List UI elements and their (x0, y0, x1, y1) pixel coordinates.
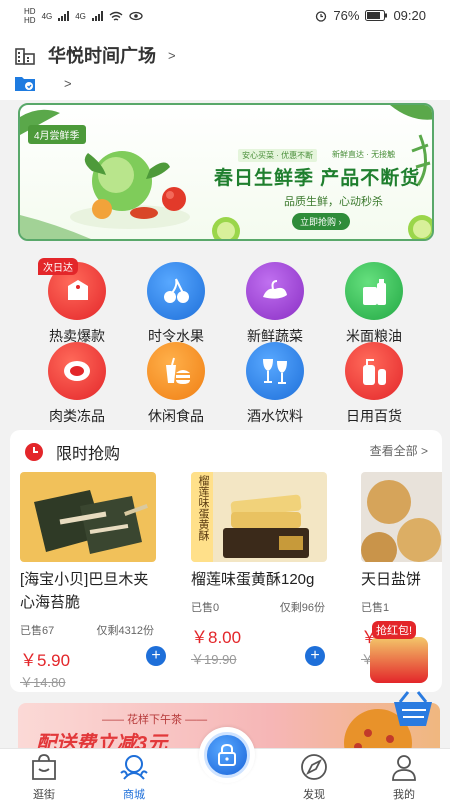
wine-glass-icon (246, 342, 304, 400)
product-card[interactable]: [海宝小贝]巴旦木夹心海苔脆 已售67 仅剩4312份 ￥5.90 ￥14.80… (20, 472, 170, 691)
banner-subline: 品质生鲜，心动秒杀 (284, 196, 383, 208)
tab-label: 商城 (123, 789, 145, 800)
product-name: 榴莲味蛋黄酥120g (191, 571, 315, 588)
category-label: 酒水饮料 (247, 408, 303, 424)
product-name: [海宝小贝]巴旦木夹心海苔脆 (20, 571, 149, 611)
promo-banner[interactable]: 4月尝鲜季 安心买菜 · 优惠不断 新鲜直达 · 无接触 春日生鲜季 产品不断货… (18, 103, 434, 241)
view-all-link[interactable]: 查看全部 > (370, 442, 428, 459)
flash-sale-title: 限时抢购 (56, 446, 121, 463)
snack-icon (147, 342, 205, 400)
product-card[interactable]: 榴莲味蛋黄酥 榴莲味蛋黄酥120g 已售0 仅剩96份 ￥8.00 ￥19.90… (191, 472, 341, 668)
banner-chip-left: 安心买菜 · 优惠不断 (238, 149, 318, 162)
store-header: 华悦时间广场 > > (0, 32, 450, 100)
bag-icon (32, 754, 56, 780)
center-lock-button[interactable] (199, 727, 255, 783)
hd-tag: HD (24, 16, 36, 25)
chevron-right-icon: > (168, 47, 176, 63)
user-icon (392, 755, 416, 781)
promo-line-1: —— 花样下午茶 —— (102, 714, 208, 726)
tab-mall[interactable]: 商城 (104, 753, 164, 800)
next-day-badge: 次日达 (38, 258, 78, 275)
vegetable-icon (246, 262, 304, 320)
red-packet-icon (370, 637, 428, 683)
meat-icon (48, 342, 106, 400)
category-hot-sale[interactable]: 次日达 热卖爆款 (32, 258, 122, 346)
sold-count: 已售67 (20, 625, 55, 637)
category-grain-oil[interactable]: 米面粮油 (329, 262, 419, 346)
category-drinks[interactable]: 酒水饮料 (230, 342, 320, 426)
add-to-cart-button[interactable]: + (305, 646, 325, 666)
category-label: 日用百货 (346, 408, 402, 424)
network-type: 4G (41, 11, 53, 21)
stock-left: 仅剩4312份 (96, 625, 154, 637)
product-stats: 已售67 仅剩4312份 (20, 622, 154, 638)
tab-label: 逛街 (33, 789, 55, 800)
folder-location-icon (15, 77, 35, 91)
banner-season-tag: 4月尝鲜季 (28, 125, 86, 144)
product-name: 天日盐饼 (361, 571, 422, 588)
clock-time: 09:20 (393, 8, 426, 23)
category-vegetable[interactable]: 新鲜蔬菜 (230, 262, 320, 346)
category-fruit[interactable]: 时令水果 (131, 262, 221, 346)
cherry-icon (147, 262, 205, 320)
hd-tags: HD HD (24, 7, 36, 25)
status-left: HD HD 4G 4G (24, 7, 143, 25)
store-selector[interactable]: 华悦时间广场 > (14, 42, 176, 68)
product-image (20, 472, 156, 562)
category-grid: 次日达 热卖爆款 时令水果 新鲜蔬菜 米面粮油 肉类冻品 休闲食品 酒水饮料 日… (0, 250, 450, 424)
store-name: 华悦时间广场 (48, 46, 156, 66)
oil-bottle-icon (345, 262, 403, 320)
tab-me[interactable]: 我的 (374, 753, 434, 800)
sold-count: 已售1 (361, 602, 390, 614)
alarm-icon (316, 10, 327, 22)
tab-label: 我的 (393, 789, 415, 800)
tab-discover[interactable]: 发现 (284, 753, 344, 800)
network-type: 4G (75, 11, 86, 21)
building-icon (15, 48, 35, 65)
wifi-icon (109, 11, 123, 21)
status-right: 76% 09:20 (315, 8, 426, 23)
discover-icon (301, 754, 327, 780)
flash-sale-header: 限时抢购 (24, 440, 120, 464)
product-image: 榴莲味蛋黄酥 (191, 472, 327, 562)
cart-icon[interactable] (390, 690, 436, 730)
product-stats: 已售0 仅剩96份 (191, 599, 325, 615)
red-packet-float[interactable]: 抢红包! (364, 617, 434, 689)
product-price: ￥8.00 (191, 628, 242, 647)
location-selector[interactable]: > (14, 74, 72, 92)
hd-tag: HD (24, 7, 36, 16)
battery-icon (365, 10, 388, 21)
lotion-icon (345, 342, 403, 400)
sold-count: 已售0 (191, 602, 220, 614)
banner-chip-right: 新鲜直达 · 无接触 (332, 150, 396, 159)
status-bar: HD HD 4G 4G 76% 09:20 (0, 0, 450, 32)
add-to-cart-button[interactable]: + (146, 646, 166, 666)
signal-icon (58, 11, 70, 21)
battery-percent: 76% (333, 8, 360, 23)
mall-icon (120, 755, 148, 780)
original-price: ￥14.80 (20, 675, 66, 690)
tab-label: 发现 (303, 789, 325, 800)
category-meat[interactable]: 肉类冻品 (32, 342, 122, 426)
red-packet-label: 抢红包! (372, 621, 417, 639)
stock-left: 仅剩96份 (279, 602, 325, 614)
eye-icon (129, 11, 143, 21)
category-label: 休闲食品 (148, 408, 204, 424)
clock-icon (25, 443, 43, 461)
category-daily[interactable]: 日用百货 (329, 342, 419, 426)
product-stats: 已售1 (361, 599, 442, 615)
lock-icon (204, 732, 250, 778)
signal-icon (91, 11, 103, 21)
category-snack[interactable]: 休闲食品 (131, 342, 221, 426)
banner-headline: 春日生鲜季 产品不断货 (214, 168, 421, 189)
chevron-right-icon: > (64, 75, 72, 91)
tab-browse[interactable]: 逛街 (14, 753, 74, 800)
banner-buy-button[interactable]: 立即抢购 › (292, 213, 350, 230)
category-label: 肉类冻品 (49, 408, 105, 424)
product-image (361, 472, 442, 562)
